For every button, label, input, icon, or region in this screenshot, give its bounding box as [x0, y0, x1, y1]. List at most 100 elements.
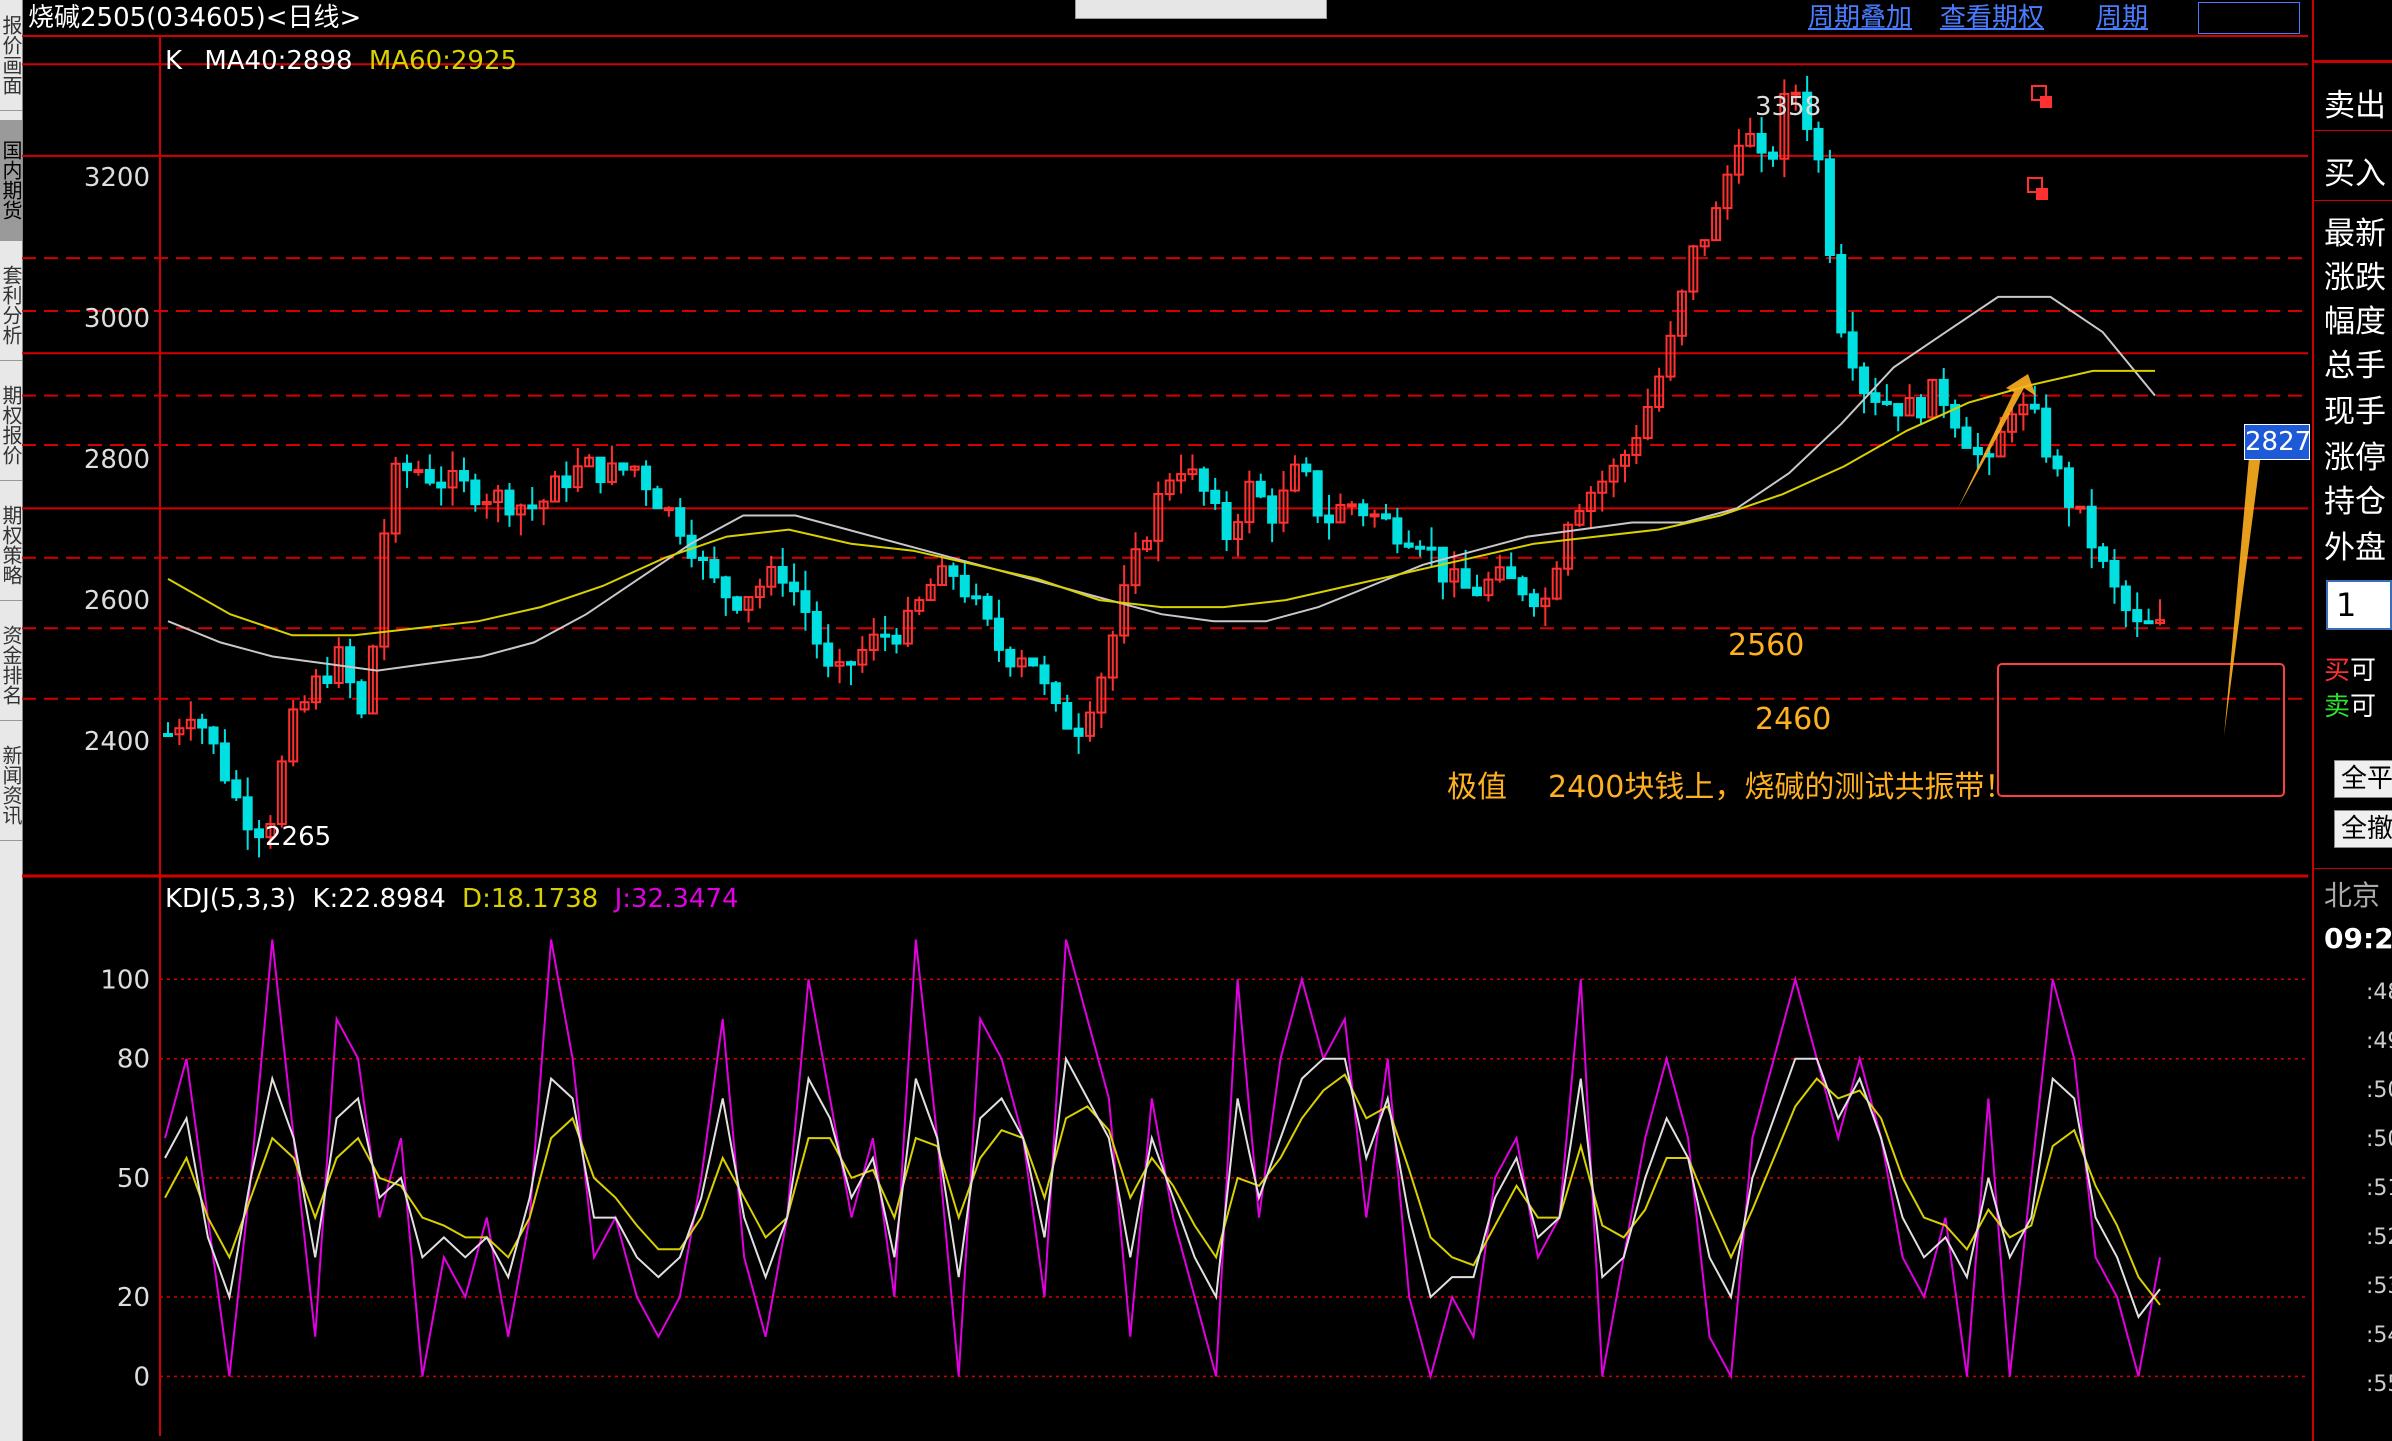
candle-body [1426, 546, 1437, 551]
candle-body [732, 596, 743, 611]
candle-body [1472, 586, 1483, 597]
candle-body [2109, 559, 2120, 588]
candle-body [504, 489, 515, 516]
candle-body [1005, 648, 1016, 668]
legend-k: K [165, 46, 183, 76]
candle-body [1210, 489, 1221, 505]
time-tick: :53 [2366, 1274, 2392, 1299]
annotation-extreme: 极值 [1447, 770, 1507, 805]
legend-kdj-d: D:18.1738 [462, 884, 599, 914]
candle-body [163, 733, 173, 738]
marker-square [2040, 96, 2052, 108]
candle-body [402, 462, 413, 472]
time-tick: :50 [2366, 1078, 2392, 1103]
candle-body [982, 595, 993, 620]
price-legend: K MA40:2898 MA60:2925 [165, 46, 517, 76]
kdj-tick-label: 50 [117, 1164, 150, 1194]
candle-body [1506, 566, 1517, 580]
price-tick-label: 2800 [84, 445, 150, 475]
cancel-all-button[interactable]: 全撤 [2334, 810, 2392, 848]
quantity-input[interactable]: 1 [2326, 580, 2392, 630]
candle-body [2143, 620, 2154, 625]
kdj-d-line [164, 1073, 2161, 1306]
price-tick-label: 2600 [84, 586, 150, 616]
legend-ma40: MA40:2898 [204, 46, 353, 76]
price-tick-label: 2400 [84, 727, 150, 757]
sell-avail: 卖可 [2324, 692, 2377, 722]
candle-body [948, 565, 959, 577]
candle-body [618, 462, 629, 471]
candle-body [1836, 254, 1847, 334]
candle-body [709, 559, 720, 579]
candle-body [1380, 513, 1391, 520]
candle-body [345, 646, 356, 684]
kdj-j-line [164, 939, 2161, 1381]
chart-canvas[interactable]: 2400 2600 2800 3000 3200 0 20 50 80 100 [0, 0, 2310, 1441]
candle-body [1221, 502, 1232, 540]
candle-body [1050, 682, 1061, 705]
candle-body [663, 507, 674, 512]
candle-body [1847, 331, 1858, 369]
candle-body [1062, 702, 1073, 730]
close-all-button[interactable]: 全平 [2334, 760, 2392, 798]
candle-body [1267, 495, 1278, 524]
candle-body [1324, 514, 1335, 524]
price-tick-label: 3200 [84, 163, 150, 193]
kdj-axis: 0 20 50 80 100 [100, 965, 150, 1392]
candle-body [720, 576, 731, 599]
annotation-2560: 2560 [1728, 628, 1805, 663]
candle-body [789, 581, 800, 593]
legend-kdj-j: J:32.3474 [614, 884, 739, 914]
price-tick-label: 3000 [84, 304, 150, 334]
candle-body [1028, 657, 1039, 667]
annotation-arrow-right [2224, 426, 2288, 736]
candle-body [1301, 463, 1312, 473]
buy-avail: 买可 [2324, 656, 2377, 686]
candle-body [458, 470, 469, 482]
candle-body [959, 574, 970, 598]
candle-body [2029, 403, 2040, 410]
candle-body [1972, 446, 1983, 456]
label-volume: 总手 [2324, 348, 2386, 384]
candle-body [1415, 545, 1426, 550]
candle-body [1938, 378, 1949, 406]
time-tick: :48 [2366, 980, 2392, 1005]
candle-body [1392, 517, 1403, 545]
candle-body [2132, 609, 2143, 623]
candle-body [2120, 585, 2131, 612]
candle-body [1893, 403, 1904, 417]
label-buy: 买入 [2324, 156, 2386, 192]
price-axis: 2400 2600 2800 3000 3200 [84, 163, 150, 757]
time-zone-label: 北京 [2324, 879, 2381, 912]
kdj-k-line [164, 1055, 2161, 1319]
candle-body [1039, 664, 1050, 685]
candle-body [1369, 513, 1380, 518]
price-grid [22, 35, 2308, 1436]
candle-body [1517, 577, 1528, 596]
candle-body [1528, 593, 1539, 608]
candle-body [1198, 468, 1209, 492]
candle-body [1915, 397, 1926, 419]
time-tick: :55 [2366, 1372, 2392, 1397]
app-window: 报价画面 国内期货 套利分析 期权报价 期权策略 资金排名 新闻资讯 烧碱250… [0, 0, 2392, 1441]
label-cur-volume: 现手 [2324, 394, 2386, 430]
candle-body [413, 469, 424, 474]
candle-body [891, 634, 902, 645]
candle-body [1346, 503, 1357, 508]
time-tick: :50 [2366, 1127, 2392, 1152]
candle-body [322, 675, 333, 684]
annotation-box [1997, 663, 2285, 797]
candle-body [675, 507, 686, 537]
clock-time: 09:2 [2324, 922, 2392, 955]
candle-body [777, 566, 788, 584]
candle-body [527, 504, 538, 510]
candle-body [1312, 470, 1323, 517]
candle-body [1859, 366, 1870, 395]
candle-body [356, 681, 367, 715]
candle-body [641, 465, 652, 491]
kdj-tick-label: 20 [117, 1283, 150, 1313]
low-label: 2265 [265, 822, 332, 852]
candle-body [1961, 426, 1972, 449]
candle-body [242, 796, 253, 831]
legend-ma60: MA60:2925 [368, 46, 518, 76]
